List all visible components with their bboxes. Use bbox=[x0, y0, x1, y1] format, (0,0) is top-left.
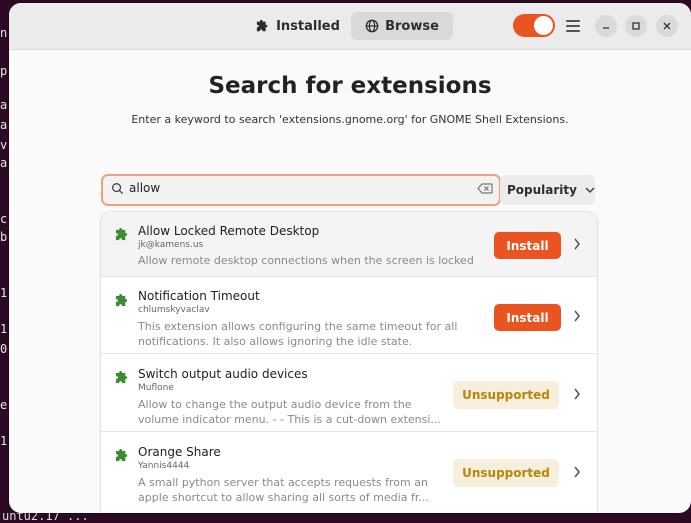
unsupported-badge: Unsupported bbox=[453, 381, 559, 409]
terminal-text: v bbox=[0, 138, 8, 152]
toggle-knob bbox=[534, 16, 553, 35]
extension-name: Allow Locked Remote Desktop bbox=[138, 224, 320, 238]
extension-author: chlumskyvaclav bbox=[138, 305, 210, 315]
extension-description: Allow to change the output audio device … bbox=[138, 397, 478, 427]
terminal-text: a bbox=[0, 118, 8, 132]
sort-dropdown[interactable]: Popularity bbox=[500, 175, 595, 205]
puzzle-icon bbox=[256, 19, 268, 32]
page-title: Search for extensions bbox=[208, 73, 492, 99]
chevron-right-icon[interactable] bbox=[573, 310, 581, 322]
terminal-text: e bbox=[0, 398, 8, 412]
terminal-text: 1 bbox=[0, 322, 8, 336]
description-line: This extension allows configuring the sa… bbox=[138, 320, 458, 333]
description-line: Allow remote desktop connections when th… bbox=[138, 254, 474, 267]
terminal-text: 1 bbox=[0, 434, 8, 448]
extension-manager-window: Installed Browse Search for extensions E… bbox=[9, 3, 691, 513]
extension-author: jk@kamens.us bbox=[138, 240, 204, 250]
close-button[interactable] bbox=[656, 15, 678, 37]
list-item[interactable]: Allow Locked Remote Desktop jk@kamens.us… bbox=[101, 212, 597, 277]
terminal-text: 0 bbox=[0, 342, 8, 356]
terminal-text: n bbox=[0, 26, 8, 40]
maximize-button[interactable] bbox=[625, 15, 647, 37]
terminal-text: 1 bbox=[0, 286, 8, 300]
puzzle-icon bbox=[115, 370, 128, 384]
description-line: A small python server that accepts reque… bbox=[138, 476, 428, 489]
list-item[interactable]: Notification Timeout chlumskyvaclav This… bbox=[101, 277, 597, 354]
terminal-text: a bbox=[0, 156, 8, 170]
unsupported-badge: Unsupported bbox=[453, 459, 559, 487]
chevron-right-icon[interactable] bbox=[573, 388, 581, 400]
extension-author: Muflone bbox=[138, 383, 174, 393]
puzzle-icon bbox=[115, 227, 128, 241]
extensions-toggle[interactable] bbox=[513, 14, 555, 37]
results-list: Allow Locked Remote Desktop jk@kamens.us… bbox=[101, 212, 597, 513]
list-item[interactable]: Switch output audio devices Muflone Allo… bbox=[101, 354, 597, 432]
puzzle-icon bbox=[115, 448, 128, 462]
page-subtitle: Enter a keyword to search 'extensions.gn… bbox=[131, 113, 569, 126]
sort-label: Popularity bbox=[507, 183, 577, 197]
minimize-icon bbox=[603, 27, 609, 29]
install-button[interactable]: Install bbox=[494, 304, 561, 331]
tab-installed-label: Installed bbox=[276, 18, 340, 34]
terminal-text: b bbox=[0, 230, 8, 244]
extension-description: A small python server that accepts reque… bbox=[138, 475, 478, 505]
extension-name: Switch output audio devices bbox=[138, 367, 308, 381]
minimize-button[interactable] bbox=[595, 15, 617, 37]
extension-description: This extension allows configuring the sa… bbox=[138, 319, 478, 349]
description-line: volume indicator menu. - - This is a cut… bbox=[138, 413, 441, 426]
chevron-right-icon[interactable] bbox=[573, 466, 581, 478]
tab-browse[interactable]: Browse bbox=[351, 12, 453, 40]
description-line: notifications. It also allows ignoring t… bbox=[138, 335, 413, 348]
install-button[interactable]: Install bbox=[494, 232, 561, 259]
header-bar: Installed Browse bbox=[9, 3, 691, 50]
chevron-right-icon[interactable] bbox=[573, 238, 581, 250]
description-line: Allow to change the output audio device … bbox=[138, 398, 412, 411]
hamburger-menu-icon[interactable] bbox=[566, 17, 580, 33]
list-item[interactable]: Orange Share Yannis4444 A small python s… bbox=[101, 432, 597, 513]
puzzle-icon bbox=[115, 293, 128, 307]
clear-text-icon[interactable] bbox=[477, 183, 493, 194]
search-value: allow bbox=[129, 181, 161, 195]
terminal-text: a bbox=[0, 98, 8, 112]
description-line: apple shortcut to allow sharing all sort… bbox=[138, 491, 429, 504]
tab-browse-label: Browse bbox=[385, 18, 439, 34]
search-icon bbox=[112, 183, 124, 195]
globe-icon bbox=[365, 19, 379, 33]
search-input[interactable]: allow bbox=[101, 174, 501, 206]
tab-installed[interactable]: Installed bbox=[252, 12, 344, 40]
close-icon bbox=[663, 22, 671, 30]
extension-author: Yannis4444 bbox=[138, 461, 190, 471]
maximize-icon bbox=[632, 22, 640, 30]
chevron-down-icon bbox=[585, 186, 595, 193]
extension-name: Orange Share bbox=[138, 445, 221, 459]
terminal-text: c bbox=[0, 212, 8, 226]
extension-name: Notification Timeout bbox=[138, 289, 260, 303]
extension-description: Allow remote desktop connections when th… bbox=[138, 253, 478, 268]
terminal-text: p bbox=[0, 64, 8, 78]
